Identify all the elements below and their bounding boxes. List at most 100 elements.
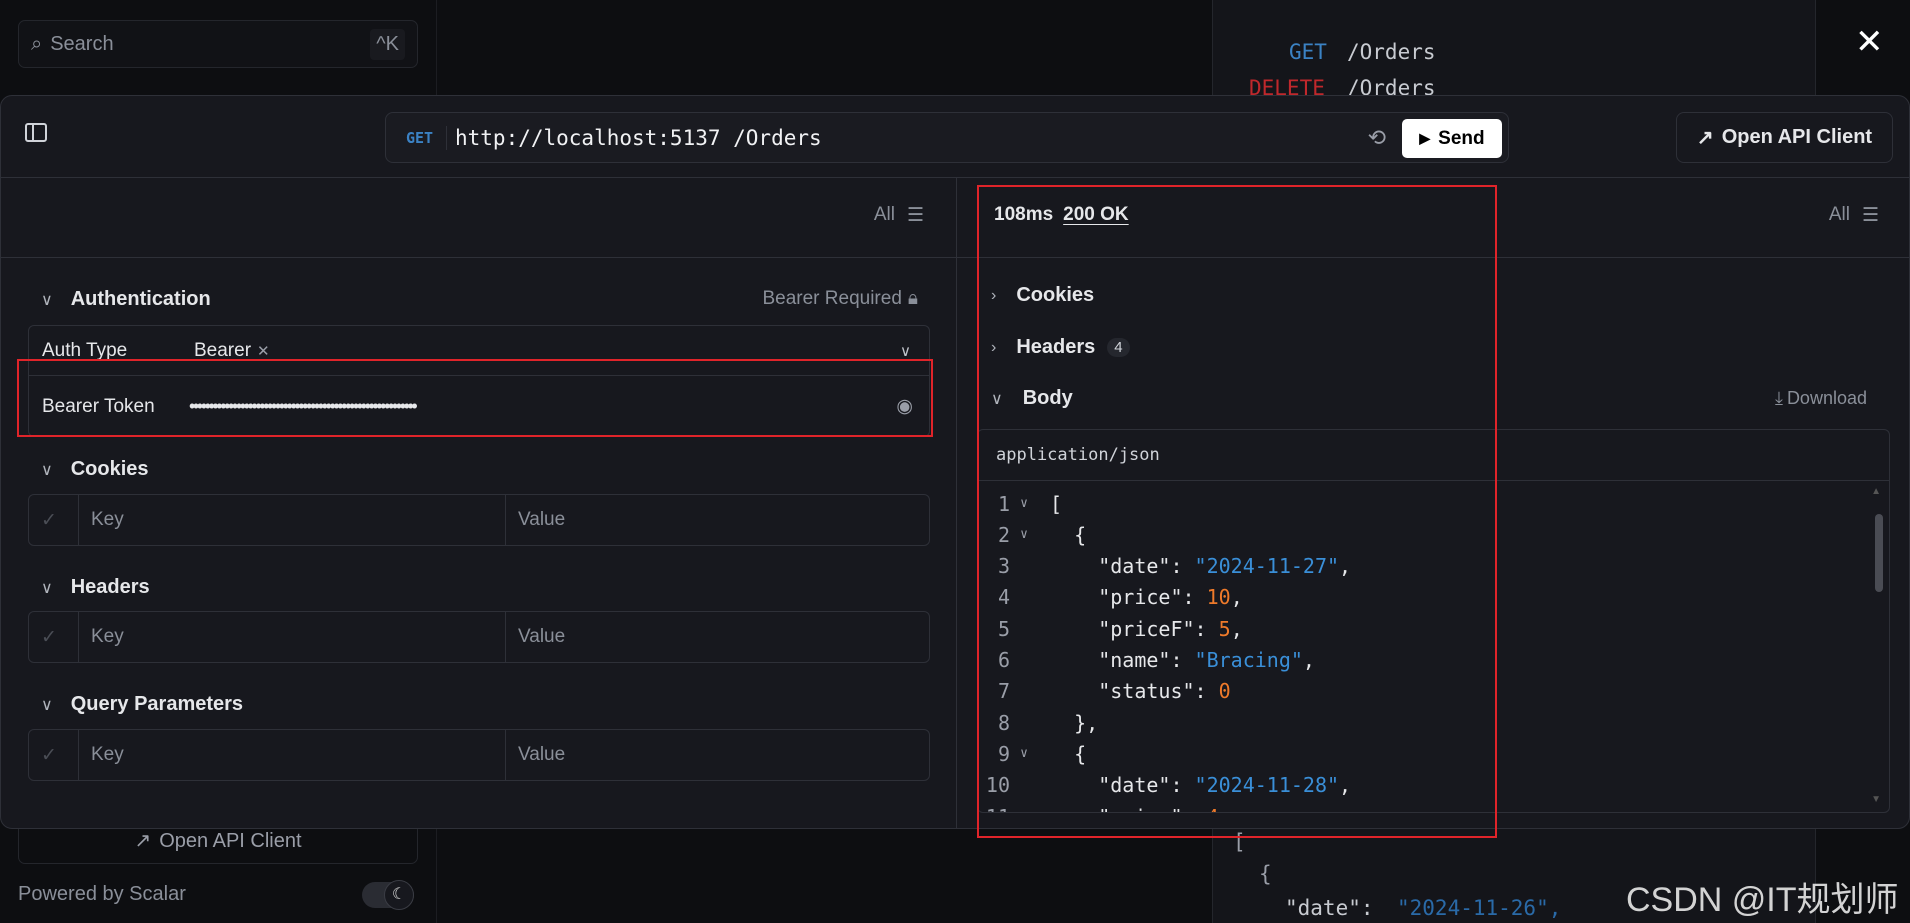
json-token: "price": [1098,585,1207,610]
line-number: 1 [997,491,1010,516]
bearer-token-row: Bearer Token •••••••••••••••••••••••••••… [29,376,929,437]
dark-mode-toggle[interactable]: ☾ [362,880,414,910]
code-line: { [1259,862,1272,886]
response-subheader: 108ms 200 OK All ☰ [957,178,1909,258]
value-input[interactable]: Value [506,495,929,545]
modal-header: GET http://localhost:5137 /Orders ⟲ ▶ Sen… [1,96,1909,178]
section-cookies[interactable]: ∨ Cookies [41,458,149,481]
response-headers[interactable]: › Headers 4 [991,336,1130,359]
url-input[interactable]: http://localhost:5137 /Orders [446,125,822,150]
json-string: "Bracing" [1194,648,1303,672]
cookies-table: ✓ Key Value [28,494,930,546]
chevron-down-icon: ∨ [41,579,53,597]
fold-chevron-icon[interactable]: ∨ [1010,496,1038,511]
query-table: ✓ Key Value [28,729,930,781]
code-line: 7 "status": 0 [978,676,1231,707]
code-line: 4 "price": 10, [978,582,1243,613]
request-subheader: All ☰ [1,178,956,258]
value-input[interactable]: Value [506,612,929,662]
line-number: 6 [997,648,1010,672]
history-icon[interactable]: ⟲ [1368,125,1386,151]
scroll-down-arrow[interactable]: ▼ [1871,794,1881,805]
moon-icon: ☾ [384,880,414,910]
download-button[interactable]: ⤓ Download [1775,388,1867,409]
line-number: 10 [985,773,1010,798]
key-input[interactable]: Key [79,612,506,662]
chevron-right-icon: › [991,338,997,356]
code-line: 8 }, [978,707,1098,738]
value-input[interactable]: Value [506,730,929,780]
response-cookies[interactable]: › Cookies [991,284,1094,307]
code-line: "2024-11-26", [1397,896,1562,920]
chevron-down-icon[interactable]: ∨ [900,342,911,360]
auth-box: Auth Type Bearer ✕ ∨ Bearer Token ••••••… [28,325,930,437]
json-token: [ [1050,491,1063,516]
close-icon[interactable]: ✕ [1855,22,1884,62]
response-filter[interactable]: All ☰ [1829,204,1879,227]
code-line: 10 "date": "2024-11-28", [978,770,1351,801]
headers-table: ✓ Key Value [28,611,930,663]
check-icon[interactable]: ✓ [29,612,79,662]
powered-by: Powered by Scalar [18,883,186,905]
section-query-parameters[interactable]: ∨ Query Parameters [41,693,243,716]
code-line: 5 "priceF": 5, [978,613,1243,644]
scrollbar-thumb[interactable] [1875,514,1883,592]
status-code[interactable]: 200 OK [1063,204,1128,226]
eye-icon[interactable]: ◉ [896,395,913,418]
code-line: 1 ∨ [ [978,488,1062,519]
response-body-box: application/json 1 ∨ [2 ∨ {3 "date": "2024… [977,429,1890,813]
download-icon: ⤓ [1774,388,1783,408]
json-token: }, [1074,710,1099,735]
watermark: CSDN @IT规划师 [1626,881,1899,919]
scroll-up-arrow[interactable]: ▲ [1871,486,1881,497]
line-number: 9 [997,741,1010,766]
send-button[interactable]: ▶ Send [1402,119,1502,158]
auth-type-value[interactable]: Bearer [194,340,251,362]
auth-type-row[interactable]: Auth Type Bearer ✕ ∨ [29,326,929,376]
code-line: 3 "date": "2024-11-27", [978,551,1351,582]
request-filter[interactable]: All ☰ [874,204,924,227]
fold-chevron-icon[interactable]: ∨ [1010,746,1038,761]
section-authentication[interactable]: ∨ Authentication [41,288,211,311]
auth-type-label: Auth Type [42,339,128,361]
remove-icon[interactable]: ✕ [257,342,270,360]
bearer-token-input[interactable]: ••••••••••••••••••••••••••••••••••••••••… [189,396,879,417]
response-body[interactable]: ∨ Body [991,387,1073,410]
sidebar-toggle-icon[interactable] [25,123,47,142]
open-api-client-button[interactable]: ↗ Open API Client [1676,112,1893,163]
line-number: 3 [997,554,1010,579]
chevron-down-icon: ∨ [991,390,1003,408]
method-badge[interactable]: GET [406,129,446,147]
chevron-down-icon: ∨ [41,461,53,479]
check-icon[interactable]: ✓ [29,495,79,545]
key-input[interactable]: Key [79,495,506,545]
json-number: 5 [1218,616,1231,641]
response-panel: 108ms 200 OK All ☰ › Cookies › Headers 4 ∨ Bo… [957,178,1909,828]
chevron-right-icon: › [991,286,997,304]
bearer-token-label: Bearer Token [42,395,155,417]
section-headers[interactable]: ∨ Headers [41,576,150,599]
json-number: 10 [1206,585,1231,610]
json-token: { [1074,741,1087,766]
code-line: 2 ∨ { [978,519,1086,550]
headers-count-badge: 4 [1107,338,1130,357]
url-bar[interactable]: GET http://localhost:5137 /Orders ⟲ ▶ Sen… [385,112,1509,163]
check-icon[interactable]: ✓ [29,730,79,780]
json-token: , [1339,554,1352,579]
json-token: "name": [1098,648,1195,672]
search-icon: ⌕ [31,32,43,55]
fold-chevron-icon[interactable]: ∨ [1010,527,1038,542]
key-input[interactable]: Key [79,730,506,780]
search-input[interactable]: ⌕ Search ^K [18,20,418,68]
endpoint-method: GET [1289,40,1327,64]
chevron-down-icon: ∨ [41,291,53,309]
